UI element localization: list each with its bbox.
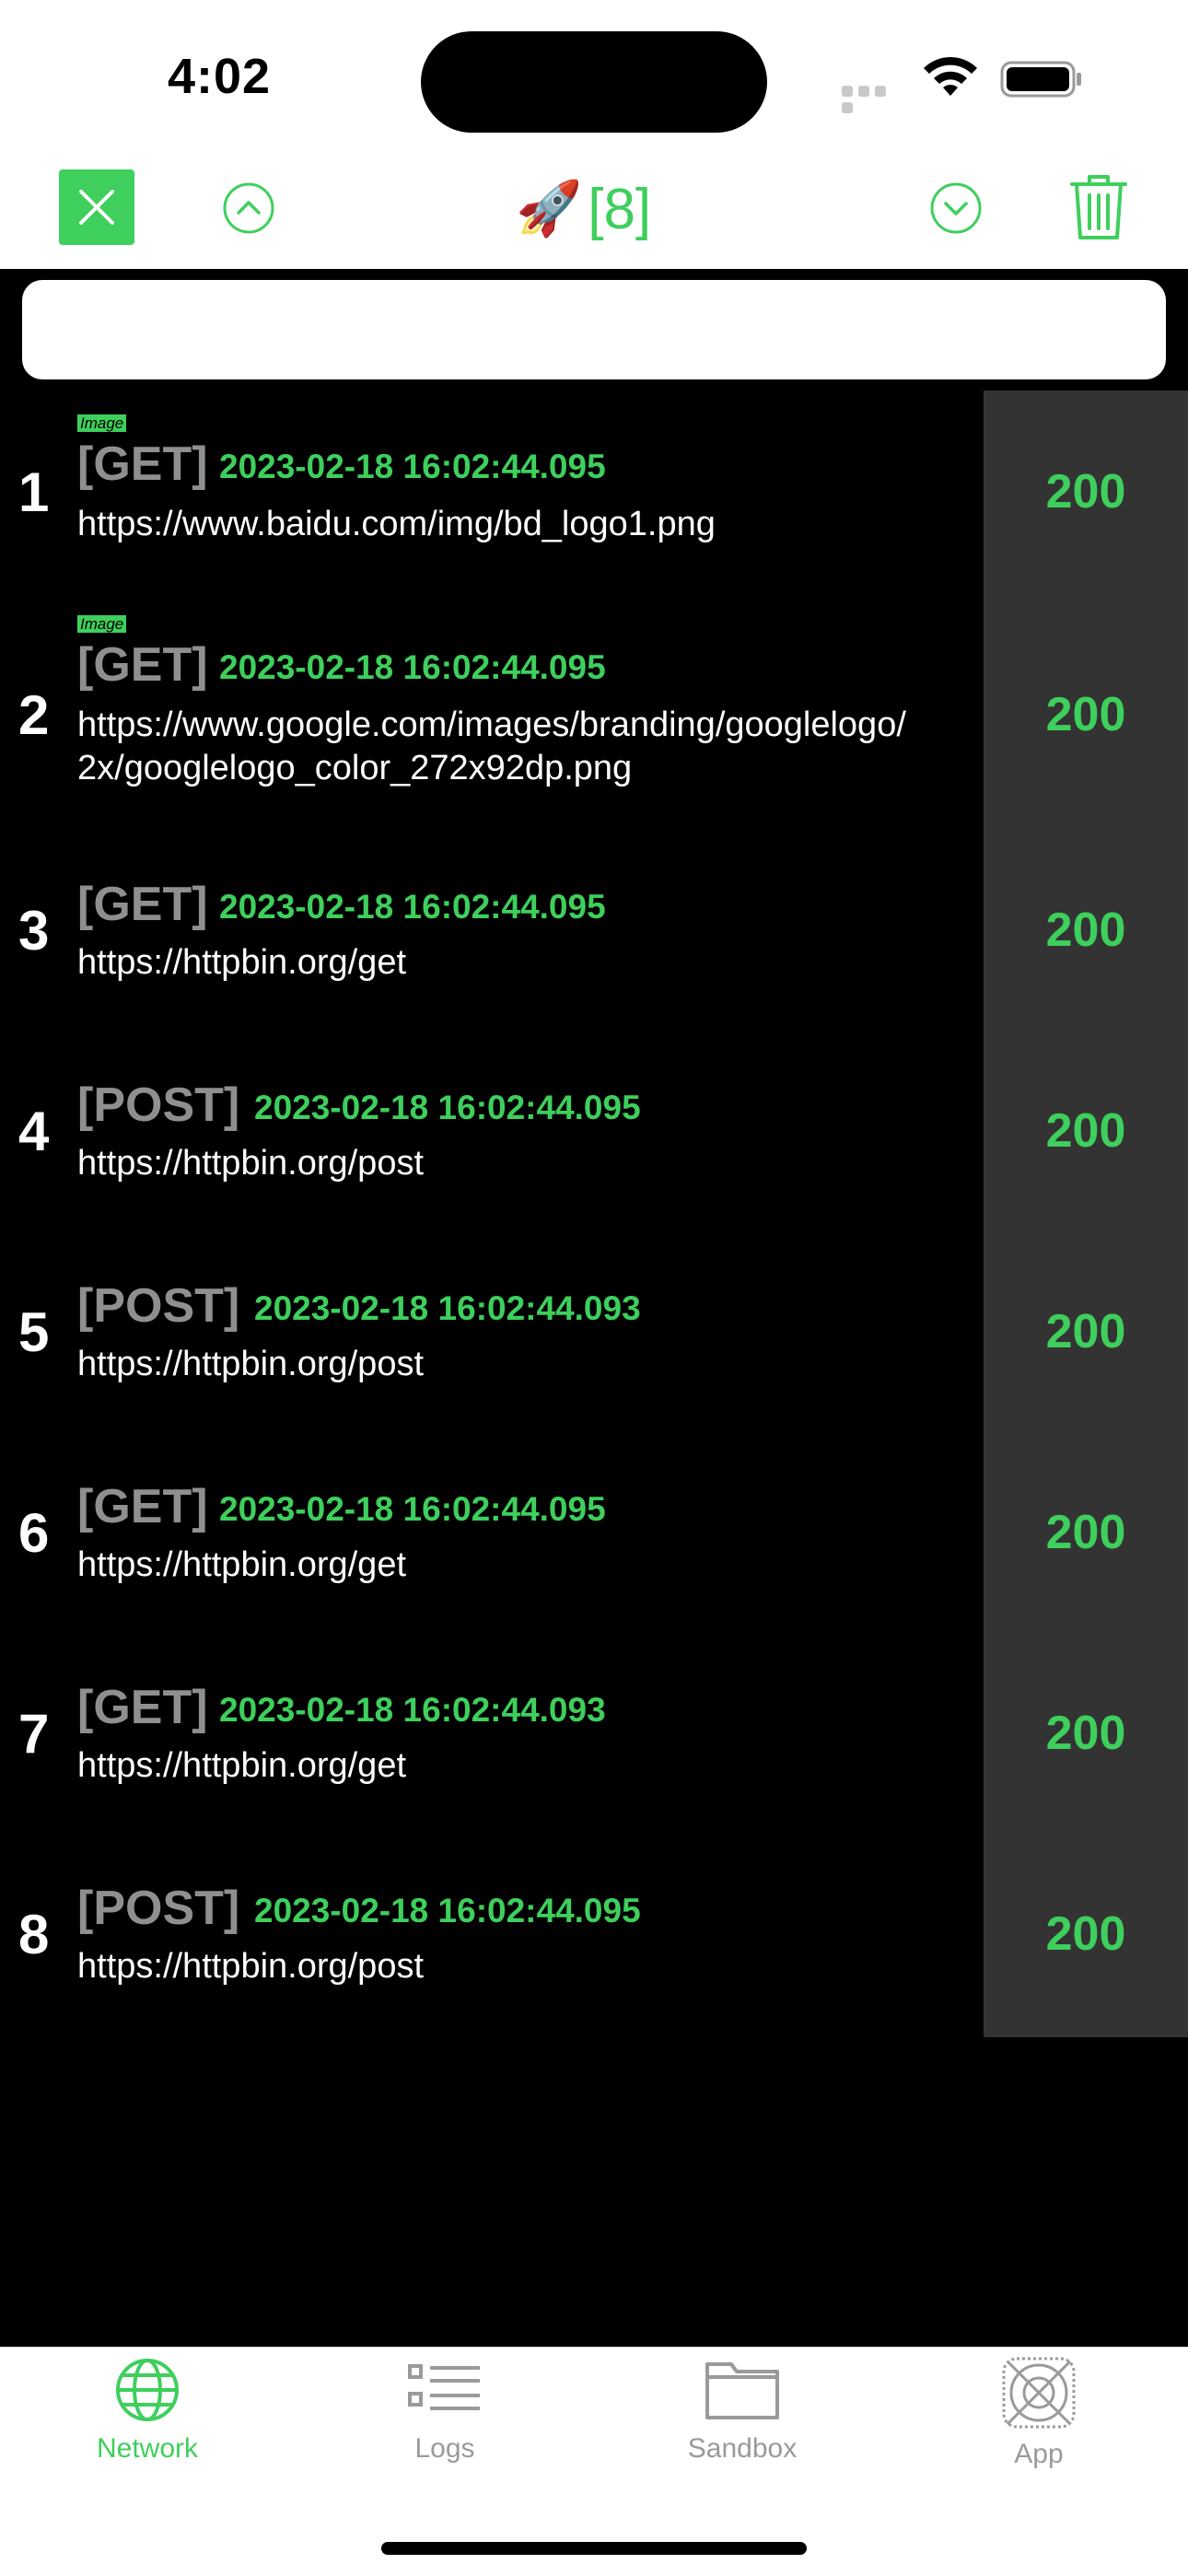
request-url: https://httpbin.org/post bbox=[77, 1345, 425, 1383]
tab-sandbox[interactable]: Sandbox bbox=[650, 2357, 834, 2465]
image-tag: Image bbox=[77, 615, 127, 633]
wifi-icon bbox=[924, 56, 977, 96]
status-time: 4:02 bbox=[168, 49, 272, 104]
tab-label: Network bbox=[96, 2433, 199, 2464]
list-item[interactable]: 4 [POST] 2023-02-18 16:02:44.095 https:/… bbox=[0, 1035, 1188, 1236]
request-index: 5 bbox=[18, 1301, 50, 1363]
app-icon bbox=[1002, 2357, 1076, 2429]
globe-icon bbox=[116, 2359, 179, 2421]
chevron-up-icon bbox=[237, 201, 261, 215]
request-timestamp: 2023-02-18 16:02:44.095 bbox=[219, 448, 606, 485]
list-item[interactable]: 6 [GET] 2023-02-18 16:02:44.095 https://… bbox=[0, 1437, 1188, 1638]
tab-logs[interactable]: Logs bbox=[353, 2357, 537, 2465]
home-indicator bbox=[381, 2542, 807, 2555]
tab-label: App bbox=[1014, 2439, 1064, 2469]
image-tag: Image bbox=[77, 414, 127, 432]
close-icon bbox=[79, 190, 114, 225]
search-input[interactable] bbox=[22, 280, 1166, 379]
request-url: https://httpbin.org/post bbox=[77, 1144, 425, 1183]
folder-icon bbox=[705, 2362, 779, 2419]
request-url: https://httpbin.org/get bbox=[77, 1545, 407, 1584]
list-item[interactable]: 3 [GET] 2023-02-18 16:02:44.095 https://… bbox=[0, 834, 1188, 1035]
status-code: 200 bbox=[1045, 1104, 1126, 1158]
close-button[interactable] bbox=[59, 169, 134, 245]
request-timestamp: 2023-02-18 16:02:44.095 bbox=[254, 1892, 641, 1929]
tab-label: Sandbox bbox=[687, 2433, 798, 2464]
request-url: https://httpbin.org/post bbox=[77, 1947, 425, 1986]
status-bar: 4:02 bbox=[0, 0, 1188, 157]
request-timestamp: 2023-02-18 16:02:44.093 bbox=[219, 1691, 606, 1729]
tab-app[interactable]: App bbox=[947, 2357, 1131, 2470]
request-index: 1 bbox=[18, 461, 50, 523]
request-method: [GET] bbox=[77, 437, 208, 491]
request-url: https://www.baidu.com/img/bd_logo1.png bbox=[77, 505, 716, 543]
chevron-down-icon bbox=[944, 202, 968, 216]
status-code: 200 bbox=[1045, 465, 1126, 519]
list-item[interactable]: 5 [POST] 2023-02-18 16:02:44.093 https:/… bbox=[0, 1236, 1188, 1437]
request-method: [GET] bbox=[77, 1480, 208, 1533]
list-item[interactable]: 8 [POST] 2023-02-18 16:02:44.095 https:/… bbox=[0, 1838, 1188, 2039]
request-method: [GET] bbox=[77, 1681, 208, 1734]
dynamic-island bbox=[421, 31, 767, 133]
page-title: 🚀 [8] bbox=[516, 168, 681, 251]
rocket-icon: 🚀 bbox=[516, 179, 583, 239]
list-item[interactable]: 1 Image [GET] 2023-02-18 16:02:44.095 ht… bbox=[0, 390, 1188, 591]
nav-bar: 🚀 [8] bbox=[0, 157, 1188, 269]
status-code: 200 bbox=[1045, 1305, 1126, 1358]
delete-all-button[interactable] bbox=[1068, 171, 1129, 243]
status-code: 200 bbox=[1045, 688, 1126, 741]
search-bar bbox=[0, 269, 1188, 390]
request-method: [GET] bbox=[77, 878, 208, 931]
request-timestamp: 2023-02-18 16:02:44.095 bbox=[219, 1490, 606, 1528]
request-method: [POST] bbox=[77, 1078, 240, 1132]
request-index: 4 bbox=[18, 1101, 50, 1162]
status-code: 200 bbox=[1045, 1907, 1126, 1961]
request-timestamp: 2023-02-18 16:02:44.093 bbox=[254, 1289, 641, 1327]
request-url: https://httpbin.org/get bbox=[77, 1746, 407, 1785]
status-code: 200 bbox=[1045, 1506, 1126, 1559]
request-method: [POST] bbox=[77, 1279, 240, 1333]
scroll-up-button[interactable] bbox=[221, 181, 276, 236]
battery-icon bbox=[1000, 61, 1081, 98]
request-timestamp: 2023-02-18 16:02:44.095 bbox=[219, 648, 606, 686]
request-url: https://httpbin.org/get bbox=[77, 943, 407, 982]
status-code: 200 bbox=[1045, 903, 1126, 957]
request-index: 3 bbox=[18, 900, 50, 962]
trash-icon bbox=[1070, 175, 1127, 239]
request-index: 6 bbox=[18, 1502, 50, 1564]
request-index: 8 bbox=[18, 1904, 50, 1965]
request-index: 2 bbox=[18, 684, 50, 746]
status-code: 200 bbox=[1045, 1707, 1126, 1760]
request-url: https://www.google.com/images/branding/g… bbox=[77, 705, 906, 787]
request-method: [GET] bbox=[77, 638, 208, 692]
scroll-down-button[interactable] bbox=[928, 181, 984, 236]
request-index: 7 bbox=[18, 1703, 50, 1765]
request-list: 1 Image [GET] 2023-02-18 16:02:44.095 ht… bbox=[0, 390, 1188, 2039]
list-item[interactable]: 7 [GET] 2023-02-18 16:02:44.093 https://… bbox=[0, 1638, 1188, 1838]
request-count: [8] bbox=[588, 177, 652, 241]
list-item[interactable]: 2 Image [GET] 2023-02-18 16:02:44.095 ht… bbox=[0, 591, 1188, 834]
request-timestamp: 2023-02-18 16:02:44.095 bbox=[254, 1089, 641, 1126]
list-icon bbox=[408, 2364, 480, 2410]
tab-label: Logs bbox=[414, 2433, 475, 2464]
cellular-signal-icon bbox=[842, 85, 906, 113]
request-timestamp: 2023-02-18 16:02:44.095 bbox=[219, 888, 606, 926]
request-method: [POST] bbox=[77, 1882, 240, 1935]
tab-network[interactable]: Network bbox=[55, 2357, 239, 2465]
